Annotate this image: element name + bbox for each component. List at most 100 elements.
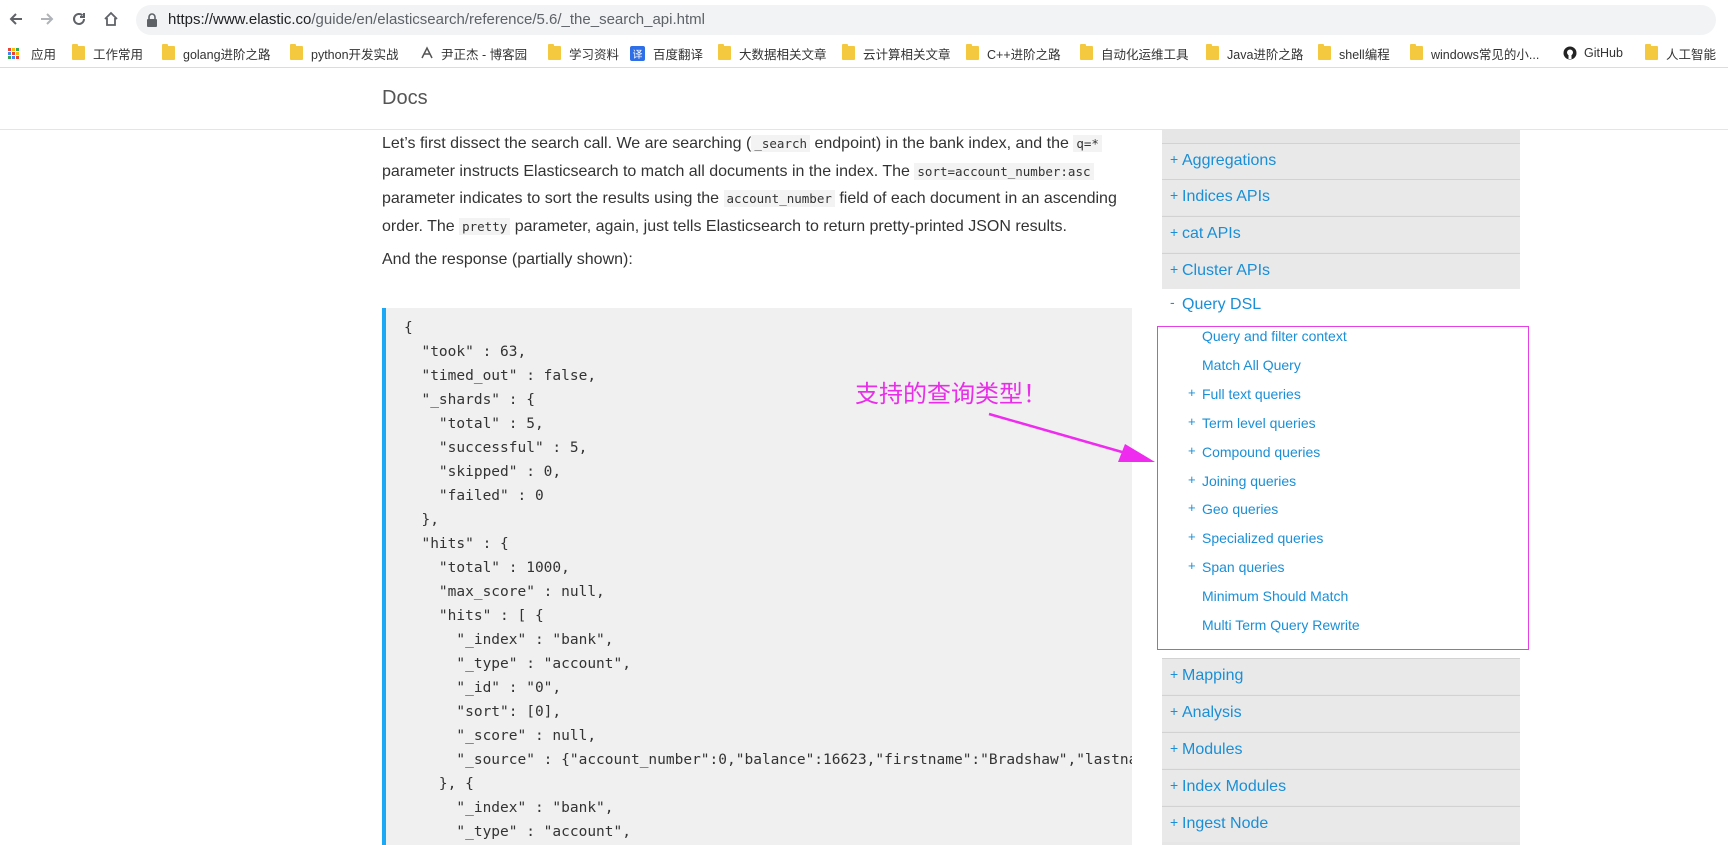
sidebar-item-query-dsl: - Query DSL Query and filter context Matc… — [1162, 288, 1520, 658]
expand-icon: + — [1188, 558, 1196, 574]
expand-icon: + — [1170, 666, 1179, 682]
bookmark-9[interactable]: C++进阶之路 — [966, 43, 1061, 63]
bookmark-0[interactable]: 应用 — [8, 43, 56, 63]
query-dsl-subitem[interactable]: Query and filter context — [1202, 328, 1347, 344]
bookmark-label: Java进阶之路 — [1227, 47, 1304, 62]
sidebar-item-label: Index Modules — [1182, 778, 1287, 795]
sidebar-item-indices-apis[interactable]: + Indices APIs — [1162, 179, 1520, 215]
bookmark-label: windows常见的小... — [1431, 47, 1540, 62]
expand-icon: + — [1170, 151, 1179, 167]
expand-icon: + — [1170, 740, 1179, 756]
bookmark-7[interactable]: 大数据相关文章 — [718, 43, 827, 63]
url-text: https://www.elastic.co/guide/en/elastics… — [168, 11, 705, 28]
query-dsl-subitem[interactable]: Geo queries — [1202, 501, 1278, 517]
bookmark-label: 应用 — [31, 47, 57, 62]
sidebar-item-cluster-apis[interactable]: + Cluster APIs — [1162, 253, 1520, 289]
address-bar[interactable]: https://www.elastic.co/guide/en/elastics… — [136, 5, 1716, 35]
folder-icon — [162, 44, 175, 60]
query-dsl-subitem[interactable]: Specialized queries — [1202, 530, 1323, 546]
bookmark-label: 人工智能 — [1666, 47, 1717, 62]
expand-icon: + — [1170, 187, 1179, 203]
forward-button[interactable] — [34, 6, 60, 32]
sidebar-item-mapping[interactable]: + Mapping — [1162, 658, 1520, 694]
sidebar-item-label: Mapping — [1182, 667, 1244, 684]
query-dsl-subitem[interactable]: Full text queries — [1202, 386, 1301, 402]
sidebar-item-ingest-node[interactable]: + Ingest Node — [1162, 806, 1520, 842]
docs-title[interactable]: Docs — [382, 87, 428, 110]
sidebar-item-label: Ingest Node — [1182, 815, 1269, 832]
query-dsl-subitem[interactable]: Term level queries — [1202, 415, 1316, 431]
sidebar-item-label: cat APIs — [1182, 225, 1241, 242]
expand-icon: + — [1170, 814, 1179, 830]
expand-icon: + — [1188, 529, 1196, 545]
bookmark-label: python开发实战 — [311, 47, 399, 62]
bookmark-4[interactable]: 尹正杰 - 博客园 — [420, 43, 527, 63]
bookmark-3[interactable]: python开发实战 — [290, 43, 399, 63]
bookmark-label: 尹正杰 - 博客园 — [441, 47, 528, 62]
reload-icon — [73, 12, 85, 25]
folder-icon — [1080, 44, 1093, 60]
bookmark-label: 自动化运维工具 — [1101, 47, 1189, 62]
sidebar-item-analysis[interactable]: + Analysis — [1162, 695, 1520, 731]
folder-icon — [1206, 44, 1219, 60]
home-icon — [104, 11, 118, 26]
bookmark-label: shell编程 — [1339, 47, 1390, 62]
response-intro: And the response (partially shown): — [382, 251, 633, 268]
bookmark-label: C++进阶之路 — [987, 47, 1061, 62]
folder-icon — [548, 44, 561, 60]
bookmark-8[interactable]: 云计算相关文章 — [842, 43, 951, 63]
bookmark-label: 学习资料 — [569, 47, 620, 62]
sidebar-item-label: Modules — [1182, 741, 1243, 758]
sidebar-item-label: Analysis — [1182, 704, 1242, 721]
expand-icon: + — [1170, 224, 1179, 240]
expand-icon: + — [1188, 413, 1196, 429]
docs-sidebar: - Query DSL Query and filter context Matc… — [1162, 130, 1520, 845]
bookmark-6[interactable]: 译百度翻译 — [630, 43, 703, 63]
bookmark-11[interactable]: Java进阶之路 — [1206, 43, 1303, 63]
bookmark-5[interactable]: 学习资料 — [548, 43, 619, 63]
query-dsl-subitem[interactable]: Match All Query — [1202, 357, 1301, 373]
bookmark-14[interactable]: GitHub — [1563, 43, 1623, 63]
bookmark-2[interactable]: golang进阶之路 — [162, 43, 271, 63]
bookmark-label: golang进阶之路 — [183, 47, 271, 62]
arrow-right-icon — [41, 13, 54, 25]
translate-icon: 译 — [630, 45, 645, 61]
bookmarks-bar: 应用 工作常用 golang进阶之路 python开发实战 尹正杰 - 博客园 学习资料译… — [0, 38, 1728, 68]
query-dsl-subitem[interactable]: Compound queries — [1202, 444, 1320, 460]
sidebar-item-index-modules[interactable]: + Index Modules — [1162, 769, 1520, 805]
bookmark-10[interactable]: 自动化运维工具 — [1080, 43, 1189, 63]
query-dsl-subitem[interactable]: Multi Term Query Rewrite — [1202, 617, 1360, 633]
expand-icon: + — [1170, 777, 1179, 793]
apps-icon — [8, 47, 19, 59]
bookmark-label: GitHub — [1584, 46, 1623, 60]
expand-icon: + — [1188, 384, 1196, 400]
sidebar-item-label: Aggregations — [1182, 152, 1277, 169]
bookmark-15[interactable]: 人工智能 — [1645, 43, 1716, 63]
bookmark-13[interactable]: windows常见的小... — [1410, 43, 1539, 63]
collapse-icon: - — [1170, 294, 1175, 310]
query-dsl-subitem[interactable]: Minimum Should Match — [1202, 588, 1348, 604]
back-button[interactable] — [3, 6, 29, 32]
folder-icon — [290, 44, 303, 60]
bookmark-12[interactable]: shell编程 — [1318, 43, 1390, 63]
sidebar-item-cat-apis[interactable]: + cat APIs — [1162, 216, 1520, 252]
bookmark-label: 大数据相关文章 — [739, 47, 827, 62]
folder-icon — [966, 44, 979, 60]
site-icon — [420, 46, 433, 60]
home-button[interactable] — [98, 6, 124, 32]
query-dsl-label: Query DSL — [1182, 296, 1262, 313]
bookmark-1[interactable]: 工作常用 — [72, 43, 143, 63]
bookmark-label: 工作常用 — [93, 47, 144, 62]
folder-icon — [1410, 44, 1423, 60]
query-dsl-header[interactable]: - Query DSL — [1162, 288, 1520, 322]
sidebar-item-aggregations[interactable]: + Aggregations — [1162, 143, 1520, 179]
folder-icon — [1318, 44, 1331, 60]
query-dsl-subitem[interactable]: Joining queries — [1202, 473, 1296, 489]
annotation-arrow-icon — [988, 412, 1155, 462]
sidebar-item-modules[interactable]: + Modules — [1162, 732, 1520, 768]
query-dsl-subitem[interactable]: Span queries — [1202, 559, 1285, 575]
arrow-left-icon — [9, 13, 22, 25]
expand-icon: + — [1188, 471, 1196, 487]
reload-button[interactable] — [66, 6, 92, 32]
expand-icon: + — [1188, 500, 1196, 516]
